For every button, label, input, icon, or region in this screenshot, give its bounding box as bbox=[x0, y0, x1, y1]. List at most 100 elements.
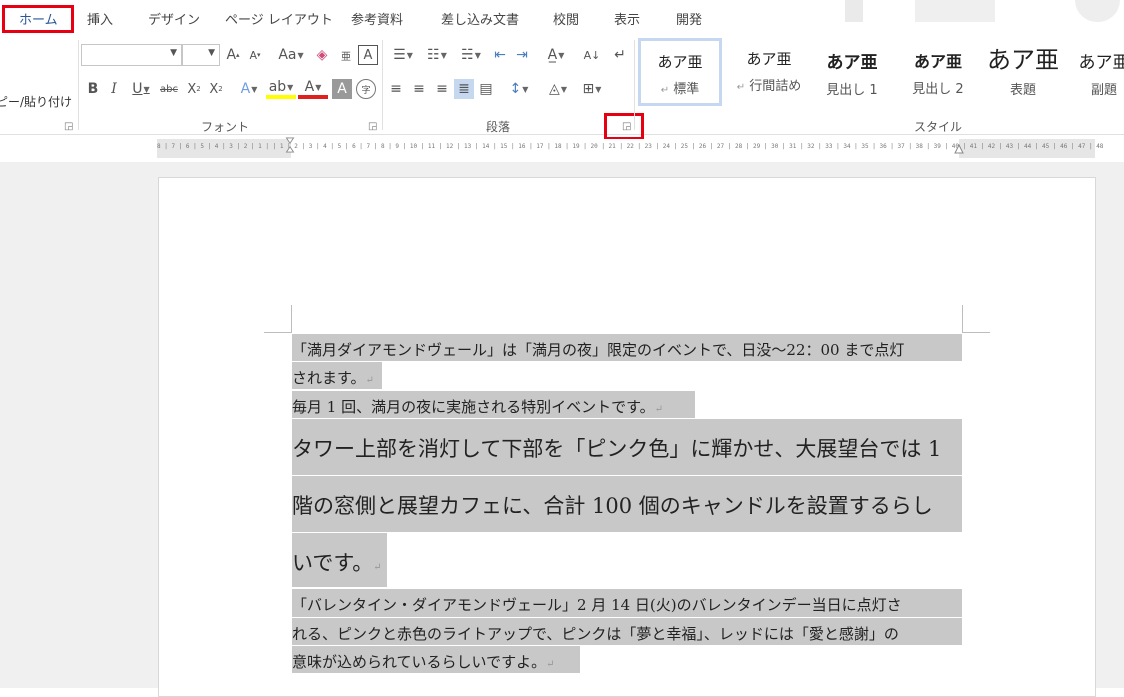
character-shading-icon[interactable]: A bbox=[332, 79, 352, 99]
align-left-icon[interactable]: ≡ bbox=[386, 79, 406, 99]
crop-mark bbox=[962, 305, 963, 332]
show-marks-icon[interactable]: ↵ bbox=[610, 45, 630, 65]
style-preview: あア亜 bbox=[826, 53, 878, 73]
right-indent-marker[interactable] bbox=[954, 142, 964, 158]
line-text: 意味が込められているらしいですよ。 bbox=[292, 653, 547, 671]
horizontal-ruler[interactable]: 8 | 7 | 6 | 5 | 4 | 3 | 2 | 1 | | 1 | 2 … bbox=[157, 137, 1103, 158]
document-line: れる、ピンクと赤色のライトアップで、ピンクは「夢と幸福」、レッドには「愛と感謝」… bbox=[292, 623, 964, 644]
tab-design[interactable]: デザイン bbox=[148, 9, 200, 28]
phonetic-guide-icon[interactable]: 亜 bbox=[336, 45, 356, 65]
document-line: 「バレンタイン・ダイアモンドヴェール」2 月 14 日(火)のバレンタインデー当… bbox=[292, 594, 964, 615]
style-no-spacing[interactable]: あア亜 ↵ 行間詰め bbox=[728, 38, 810, 106]
background-art-decoration bbox=[1075, 0, 1120, 22]
line-text: 階の窓側と展望カフェに、合計 100 個のキャンドルを設置するらし bbox=[292, 494, 933, 518]
tab-references[interactable]: 参考資料 bbox=[351, 9, 403, 28]
text-effects-icon[interactable]: A ▼ bbox=[234, 79, 264, 99]
style-preview: あア亜 bbox=[987, 46, 1059, 74]
style-standard[interactable]: あア亜 ↵ 標準 bbox=[638, 38, 722, 106]
home-tab-highlight-box bbox=[2, 5, 74, 33]
sort-icon[interactable]: A↓ bbox=[582, 45, 602, 65]
strikethrough-icon[interactable]: abc bbox=[158, 79, 180, 99]
paragraph-mark-icon: ↵ bbox=[660, 85, 670, 96]
font-name-combo[interactable]: ▼ bbox=[81, 44, 182, 66]
style-preview: あア亜 bbox=[1078, 53, 1124, 73]
paragraph-mark-icon: ↵ bbox=[546, 659, 555, 670]
style-subtitle[interactable]: あア亜 副題 bbox=[1074, 38, 1124, 106]
italic-icon[interactable]: I bbox=[104, 79, 124, 99]
tab-mailings[interactable]: 差し込み文書 bbox=[441, 9, 519, 28]
decrease-indent-icon[interactable]: ⇤ bbox=[490, 45, 510, 65]
enclosed-character-icon[interactable]: 字 bbox=[356, 79, 376, 99]
style-name: 副題 bbox=[1090, 83, 1117, 98]
paragraph-mark-icon: ↵ bbox=[365, 375, 374, 386]
first-line-indent-marker[interactable] bbox=[285, 137, 295, 153]
font-group-label: フォント bbox=[201, 120, 250, 134]
clear-formatting-icon[interactable]: ◈ bbox=[312, 45, 332, 65]
line-text: いです。 bbox=[292, 551, 374, 575]
paragraph-shading-icon[interactable]: ◬ ▼ bbox=[542, 79, 574, 99]
group-separator bbox=[78, 40, 79, 130]
ribbon-tab-bar: ホーム 挿入 デザイン ページ レイアウト 参考資料 差し込み文書 校閲 表示 … bbox=[0, 0, 1124, 34]
paragraph-mark-icon: ↵ bbox=[654, 404, 663, 415]
chevron-down-icon: ▼ bbox=[208, 48, 215, 58]
tab-view[interactable]: 表示 bbox=[614, 9, 640, 28]
style-preview: あア亜 bbox=[746, 50, 792, 68]
grow-font-icon[interactable]: A ▴ bbox=[223, 45, 243, 65]
document-line: 「満月ダイアモンドヴェール」は「満月の夜」限定のイベントで、日没〜22：00 ま… bbox=[292, 339, 964, 360]
multilevel-list-icon[interactable]: ☵ ▼ bbox=[454, 45, 488, 65]
line-text: れる、ピンクと赤色のライトアップで、ピンクは「夢と幸福」、レッドには「愛と感謝」… bbox=[292, 625, 899, 643]
style-heading-2[interactable]: あア亜 見出し 2 bbox=[902, 38, 974, 106]
tab-review[interactable]: 校閲 bbox=[553, 9, 579, 28]
align-center-icon[interactable]: ≡ bbox=[409, 79, 429, 99]
paste-button[interactable]: ピー/貼り付け bbox=[0, 90, 72, 112]
document-line: 階の窓側と展望カフェに、合計 100 個のキャンドルを設置するらし bbox=[292, 490, 964, 520]
align-right-icon[interactable]: ≡ bbox=[432, 79, 452, 99]
line-spacing-icon[interactable]: ↕ ▼ bbox=[504, 79, 534, 99]
increase-indent-icon[interactable]: ⇥ bbox=[512, 45, 532, 65]
document-line: 毎月 1 回、満月の夜に実施される特別イベントです。↵ bbox=[292, 396, 663, 417]
clipboard-launcher-icon[interactable]: ◲ bbox=[64, 121, 73, 132]
styles-gallery: あア亜 ↵ 標準 あア亜 ↵ 行間詰め あア亜 見出し 1 あア亜 見出し 2 … bbox=[638, 38, 1124, 106]
subscript-icon[interactable]: X2 bbox=[184, 79, 204, 99]
document-line: タワー上部を消灯して下部を「ピンク色」に輝かせ、大展望台では 1 bbox=[292, 433, 964, 463]
font-launcher-icon[interactable]: ◲ bbox=[368, 121, 377, 132]
group-separator bbox=[382, 40, 383, 130]
asian-layout-icon[interactable]: A̲ ▼ bbox=[540, 45, 572, 65]
distribute-icon[interactable]: ▤ bbox=[476, 79, 496, 99]
style-heading-1[interactable]: あア亜 見出し 1 bbox=[816, 38, 888, 106]
paragraph-group-label: 段落 bbox=[486, 120, 511, 134]
line-text: タワー上部を消灯して下部を「ピンク色」に輝かせ、大展望台では 1 bbox=[292, 437, 942, 461]
tab-insert[interactable]: 挿入 bbox=[87, 9, 113, 28]
tab-page-layout[interactable]: ページ レイアウト bbox=[225, 9, 333, 28]
bold-icon[interactable]: B bbox=[83, 79, 103, 99]
justify-icon[interactable]: ≣ bbox=[454, 79, 474, 99]
change-case-icon[interactable]: Aa ▼ bbox=[274, 45, 308, 65]
numbering-icon[interactable]: ☷ ▼ bbox=[420, 45, 454, 65]
bullets-icon[interactable]: ☰ ▼ bbox=[386, 45, 420, 65]
line-text: 「バレンタイン・ダイアモンドヴェール」2 月 14 日(火)のバレンタインデー当… bbox=[292, 596, 902, 614]
style-name: 標準 bbox=[673, 82, 700, 97]
superscript-icon[interactable]: X2 bbox=[206, 79, 226, 99]
crop-mark bbox=[962, 332, 990, 333]
group-separator bbox=[634, 40, 635, 130]
document-line: 意味が込められているらしいですよ。↵ bbox=[292, 651, 555, 672]
ribbon: ピー/貼り付け ◲ ▼ ▼ A ▴ A ▾ Aa ▼ ◈ 亜 A B I U ▼ abc… bbox=[0, 34, 1124, 140]
borders-icon[interactable]: ⊞ ▼ bbox=[576, 79, 608, 99]
chevron-down-icon: ▼ bbox=[170, 48, 177, 58]
font-color-icon[interactable]: A ▼ bbox=[298, 79, 328, 99]
style-name: 表題 bbox=[1009, 83, 1036, 98]
crop-mark bbox=[291, 305, 292, 332]
style-title[interactable]: あア亜 表題 bbox=[982, 38, 1064, 106]
font-size-combo[interactable]: ▼ bbox=[182, 44, 220, 66]
tab-developer[interactable]: 開発 bbox=[676, 9, 702, 28]
line-text: されます。 bbox=[292, 369, 366, 387]
highlight-color-icon[interactable]: ab ▼ bbox=[266, 79, 296, 99]
background-art-decoration bbox=[915, 0, 995, 22]
style-name: 見出し 2 bbox=[912, 82, 964, 97]
shrink-font-icon[interactable]: A ▾ bbox=[245, 45, 265, 65]
underline-icon[interactable]: U ▼ bbox=[127, 79, 155, 99]
style-name: 行間詰め bbox=[749, 79, 802, 94]
paragraph-mark-icon: ↵ bbox=[736, 82, 746, 93]
character-border-icon[interactable]: A bbox=[358, 45, 378, 65]
document-line: いです。↵ bbox=[292, 547, 382, 577]
